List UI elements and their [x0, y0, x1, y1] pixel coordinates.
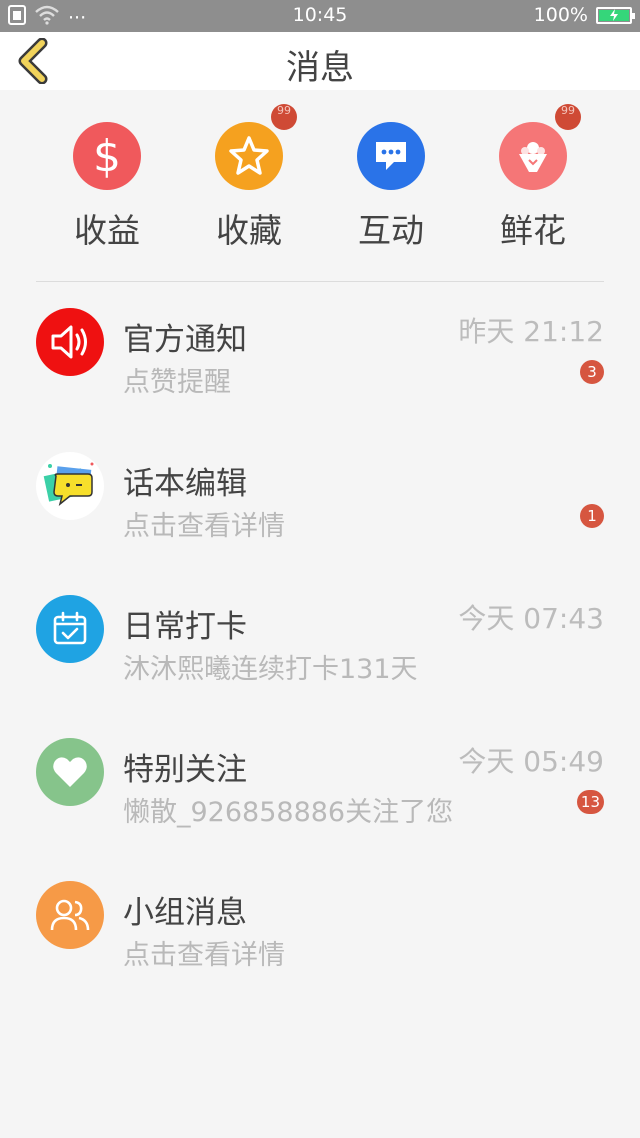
divider — [36, 281, 604, 282]
category-earnings[interactable]: $ 收益 — [52, 122, 162, 252]
message-title: 小组消息 — [123, 895, 247, 931]
chat-bubble-icon — [357, 122, 425, 190]
page-title: 消息 — [286, 48, 354, 88]
badge: 99 — [271, 104, 297, 130]
message-row-group[interactable]: 小组消息 点击查看详情 — [0, 873, 640, 983]
calendar-check-icon — [36, 595, 104, 663]
message-row-official[interactable]: 官方通知 点赞提醒 昨天 21:12 3 — [0, 300, 640, 410]
message-title: 日常打卡 — [123, 609, 247, 645]
unread-badge: 13 — [576, 790, 604, 814]
message-title: 官方通知 — [123, 322, 247, 358]
editor-avatar-icon — [36, 452, 104, 520]
category-interaction[interactable]: 互动 — [336, 122, 446, 252]
battery-percent: 100% — [533, 4, 588, 26]
message-subtitle: 点击查看详情 — [123, 511, 285, 542]
dollar-icon: $ — [73, 122, 141, 190]
bouquet-icon: 99 — [499, 104, 581, 190]
message-subtitle: 沐沐熙曦连续打卡131天 — [123, 654, 418, 685]
group-icon — [36, 881, 104, 949]
nav-header: 消息 — [0, 32, 640, 90]
category-flowers[interactable]: 99 鲜花 — [478, 104, 588, 252]
category-label: 收藏 — [216, 211, 282, 250]
speaker-icon — [36, 308, 104, 376]
category-label: 互动 — [358, 211, 424, 250]
message-time: 昨天 21:12 — [458, 315, 604, 348]
category-label: 鲜花 — [500, 211, 566, 250]
badge: 99 — [555, 104, 581, 130]
category-grid: $ 收益 99 收藏 互动 99 鲜花 — [36, 104, 604, 252]
heart-icon — [36, 738, 104, 806]
message-row-editor[interactable]: 话本编辑 点击查看详情 1 — [0, 444, 640, 554]
category-label: 收益 — [74, 211, 140, 250]
message-subtitle: 懒散_926858886关注了您 — [123, 797, 454, 828]
unread-badge: 1 — [580, 504, 604, 528]
message-time: 今天 07:43 — [458, 602, 604, 635]
unread-badge: 3 — [580, 360, 604, 384]
svg-text:$: $ — [93, 131, 121, 181]
message-time: 今天 05:49 — [458, 745, 604, 778]
message-title: 特别关注 — [123, 752, 247, 788]
status-bar: ··· 10:45 100% — [0, 0, 640, 32]
star-icon: 99 — [215, 104, 297, 190]
battery-icon — [596, 6, 635, 24]
category-favorites[interactable]: 99 收藏 — [194, 104, 304, 252]
message-subtitle: 点击查看详情 — [123, 940, 285, 971]
message-title: 话本编辑 — [123, 466, 247, 502]
message-row-following[interactable]: 特别关注 懒散_926858886关注了您 今天 05:49 13 — [0, 730, 640, 840]
message-row-checkin[interactable]: 日常打卡 沐沐熙曦连续打卡131天 今天 07:43 — [0, 587, 640, 697]
message-subtitle: 点赞提醒 — [123, 367, 231, 398]
